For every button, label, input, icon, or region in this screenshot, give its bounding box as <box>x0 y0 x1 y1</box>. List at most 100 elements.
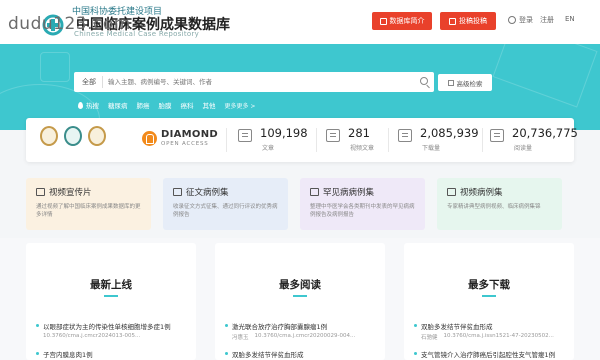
card-video-cases[interactable]: 视频病例集 专家精讲典型病例视频、临床病例集锦 <box>437 178 562 230</box>
search-box: 全部 <box>74 72 434 92</box>
list-item[interactable]: 双胎多发结节伴贫血形成 石驰健 10.3760/cma.j.issn1521-47… <box>414 321 574 341</box>
language-link[interactable]: EN <box>565 15 575 23</box>
list-item-meta: 冯惠玉 10.3760/cma.j.cmcr20200029-004... <box>225 333 385 341</box>
watermark: dudu123.com <box>8 14 131 34</box>
card-title-wrap: 罕见病病例集 <box>310 186 374 198</box>
list-item-author: 石驰健 <box>421 335 438 341</box>
stat-label: 文章 <box>262 145 275 152</box>
stat-value: 20,736,775 <box>512 126 578 140</box>
filter-icon <box>447 79 454 86</box>
divider <box>388 128 389 152</box>
list-item-title: 以眼部症状为主的传染性单核细胞增多症1例 <box>43 323 171 331</box>
submit-label: 投稿投稿 <box>459 17 487 25</box>
database-intro-button[interactable]: 数据库简介 <box>372 12 432 30</box>
bullet-icon <box>414 352 417 355</box>
card-title-wrap: 视频宣传片 <box>36 186 92 198</box>
register-link[interactable]: 注册 <box>540 15 554 25</box>
edit-icon <box>449 17 456 25</box>
card-title: 视频病例集 <box>460 188 503 198</box>
list-item-title-row: 子宫内膜息肉1例 <box>36 349 196 359</box>
card-title: 征文病例集 <box>186 188 229 198</box>
book-icon <box>490 129 504 142</box>
site-logo[interactable]: 中国科协委托建设项目 中国临床案例成果数据库 Chinese Medical C… <box>8 4 298 40</box>
list-item-title: 双胎多发结节伴贫血形成 <box>421 323 493 331</box>
hero-decoration <box>40 52 70 82</box>
database-intro-label: 数据库简介 <box>389 17 425 25</box>
list-item[interactable]: 激光联合放疗治疗胸部囊腺瘤1例 冯惠玉 10.3760/cma.j.cmcr202… <box>225 321 385 341</box>
search-input[interactable] <box>108 75 418 89</box>
hot-term[interactable]: 胎膜 <box>159 100 172 110</box>
hot-term[interactable]: 其他 <box>203 100 216 110</box>
list-item-doi: 10.3760/cma.j.issn1521-47-20230502... <box>443 333 554 339</box>
list-item[interactable]: 子宫内膜息肉1例 <box>36 349 196 359</box>
advanced-search-label: 高级检索 <box>456 79 483 88</box>
list-item-title: 支气管镜介入治疗肺癌后引起腔性支气管瘘1例 <box>421 351 556 359</box>
list-item[interactable]: 以眼部症状为主的传染性单核细胞增多症1例 10.3760/cma.j.cmcr2… <box>36 321 196 339</box>
hot-more-link[interactable]: 更多更多 > <box>225 101 256 110</box>
video-card-icon <box>36 188 45 196</box>
bullet-icon <box>36 352 39 355</box>
submit-button[interactable]: 投稿投稿 <box>440 12 496 30</box>
list-item-author: 冯惠玉 <box>232 335 249 341</box>
advanced-search-button[interactable]: 高级检索 <box>438 74 492 91</box>
card-rare-disease-cases[interactable]: 罕见病病例集 整理中华医学会各类期刊中发表的罕见病病例报告及病例报告 <box>300 178 425 230</box>
list-item[interactable]: 双胎多发结节伴贫血形成 <box>225 349 385 359</box>
language-label: EN <box>565 15 575 23</box>
column-most-downloaded: 最多下载 双胎多发结节伴贫血形成 石驰健 10.3760/cma.j.issn15… <box>404 243 574 360</box>
list-item[interactable]: 支气管镜介入治疗肺癌后引起腔性支气管瘘1例 <box>414 349 574 359</box>
list-item-title-row: 激光联合放疗治疗胸部囊腺瘤1例 <box>225 321 385 331</box>
list-item-doi: 10.3760/cma.j.cmcr2024013-005... <box>43 333 141 339</box>
search-icon[interactable] <box>420 77 428 85</box>
divider <box>226 128 227 152</box>
stat-articles: 109,198 文章 <box>238 124 322 156</box>
list-item-title-row: 支气管镜介入治疗肺癌后引起腔性支气管瘘1例 <box>414 349 574 359</box>
title-underline <box>293 295 307 297</box>
hero-decoration <box>492 44 598 108</box>
stat-label: 阅读量 <box>514 145 533 152</box>
column-title: 最多下载 <box>468 279 510 291</box>
list-item-meta: 10.3760/cma.j.cmcr2024013-005... <box>36 333 196 339</box>
card-description: 整理中华医学会各类期刊中发表的罕见病病例报告及病例报告 <box>310 204 415 218</box>
list-item-doi: 10.3760/cma.j.cmcr20200029-004... <box>254 333 356 339</box>
column-most-read: 最多阅读 激光联合放疗治疗胸部囊腺瘤1例 冯惠玉 10.3760/cma.j.cm… <box>215 243 385 360</box>
card-promo-video[interactable]: 视频宣传片 通过视频了解中国临床案例成果数据库的更多详情 <box>26 178 151 230</box>
hot-term[interactable]: 癌科 <box>181 100 194 110</box>
download-icon <box>398 129 412 142</box>
open-access-icon <box>142 131 157 146</box>
search-divider <box>102 76 103 88</box>
divider <box>316 128 317 152</box>
hot-search-row: 热搜 糖尿病 肺癌 胎膜 癌科 其他 更多更多 > <box>78 100 255 110</box>
card-description: 收录征文方式征集、通过同行评议的优秀病例报告 <box>173 204 278 218</box>
bullet-icon <box>36 324 39 327</box>
hot-term[interactable]: 肺癌 <box>137 100 150 110</box>
column-title: 最多阅读 <box>279 279 321 291</box>
login-label: 登录 <box>519 16 533 24</box>
register-label: 注册 <box>540 16 554 24</box>
stats-card: DIAMOND OPEN ACCESS 109,198 文章 281 视频文章 … <box>26 118 578 162</box>
document-icon <box>238 129 252 142</box>
hot-search-label-wrap: 热搜 <box>78 100 99 110</box>
list-item-title-row: 双胎多发结节伴贫血形成 <box>225 349 385 359</box>
list-item-title: 激光联合放疗治疗胸部囊腺瘤1例 <box>232 323 328 331</box>
video-icon <box>326 129 340 142</box>
card-title-wrap: 视频病例集 <box>447 186 503 198</box>
list-item-title: 子宫内膜息肉1例 <box>43 351 93 359</box>
stat-label: 视频文章 <box>350 145 375 152</box>
login-link[interactable]: 登录 <box>508 15 533 25</box>
card-description: 通过视频了解中国临床案例成果数据库的更多详情 <box>36 204 141 218</box>
card-title: 视频宣传片 <box>49 188 92 198</box>
stat-value: 109,198 <box>260 126 308 140</box>
list-item-title: 双胎多发结节伴贫血形成 <box>232 351 304 359</box>
card-essay-cases[interactable]: 征文病例集 收录征文方式征集、通过同行评议的优秀病例报告 <box>163 178 288 230</box>
search-category-select[interactable]: 全部 <box>82 77 96 87</box>
title-underline <box>104 295 118 297</box>
list-item-title-row: 以眼部症状为主的传染性单核细胞增多症1例 <box>36 321 196 331</box>
user-icon <box>508 16 516 24</box>
header: 中国科协委托建设项目 中国临床案例成果数据库 Chinese Medical C… <box>0 0 600 44</box>
title-underline <box>482 295 496 297</box>
card-title-wrap: 征文病例集 <box>173 186 229 198</box>
society-seal-icon <box>88 126 106 146</box>
hot-term[interactable]: 糖尿病 <box>108 100 128 110</box>
diamond-title: DIAMOND <box>161 129 218 140</box>
rare-card-icon <box>310 188 319 196</box>
